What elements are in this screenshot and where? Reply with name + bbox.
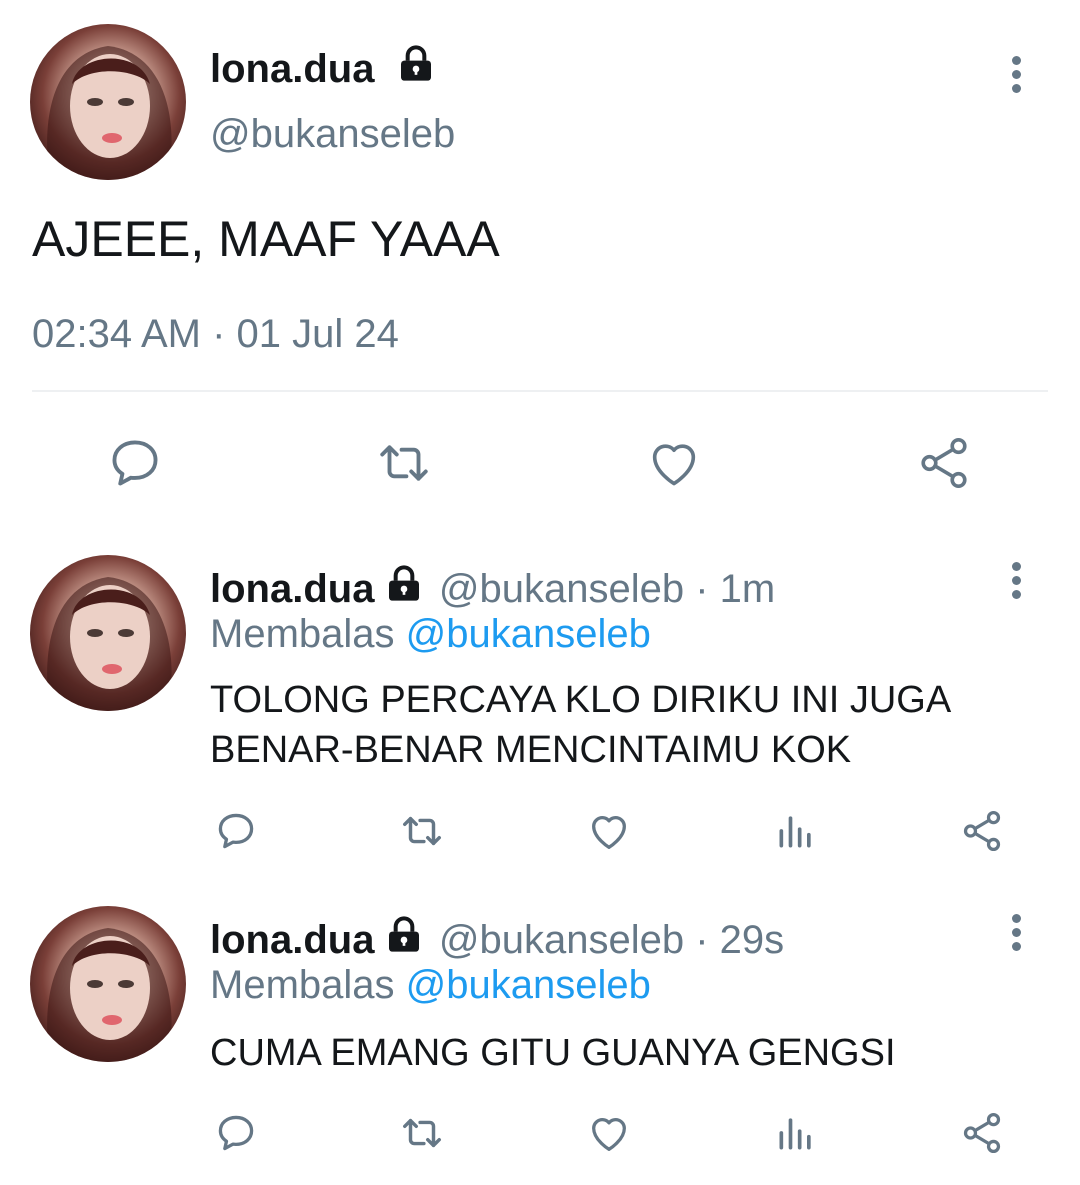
share-icon[interactable] <box>914 434 974 492</box>
analytics-icon[interactable] <box>774 1110 818 1156</box>
replying-to: Membalas @bukanseleb <box>210 612 651 657</box>
tweet-timestamp: 02:34 AM · 01 Jul 24 <box>32 312 399 356</box>
reply-header: lona.dua @bukanseleb · 1m <box>210 564 775 612</box>
reply-icon[interactable] <box>214 808 258 854</box>
handle-time[interactable]: @bukanseleb · 29s <box>439 918 784 962</box>
retweet-icon[interactable] <box>396 1110 448 1156</box>
mention-link[interactable]: @bukanseleb <box>406 612 651 656</box>
avatar[interactable] <box>30 24 186 180</box>
like-icon[interactable] <box>586 808 632 854</box>
share-icon[interactable] <box>958 1110 1006 1156</box>
like-icon[interactable] <box>586 1110 632 1156</box>
retweet-icon[interactable] <box>396 808 448 854</box>
display-name[interactable]: lona.dua <box>210 918 374 962</box>
lock-icon <box>384 564 424 609</box>
tweet-text: CUMA EMANG GITU GUANYA GENGSI <box>210 1032 896 1074</box>
like-icon[interactable] <box>644 434 704 492</box>
share-icon[interactable] <box>958 808 1006 854</box>
replying-to-label: Membalas <box>210 963 395 1007</box>
divider <box>32 390 1048 392</box>
lock-icon <box>384 915 424 960</box>
display-name[interactable]: lona.dua <box>210 44 436 94</box>
avatar[interactable] <box>30 555 186 711</box>
avatar[interactable] <box>30 906 186 1062</box>
display-name[interactable]: lona.dua <box>210 567 374 611</box>
more-options-icon[interactable] <box>1006 914 1026 954</box>
reply-icon[interactable] <box>106 434 164 492</box>
more-options-icon[interactable] <box>1006 562 1026 602</box>
replying-to: Membalas @bukanseleb <box>210 963 651 1008</box>
lock-icon <box>396 44 436 94</box>
more-options-icon[interactable] <box>1006 56 1026 96</box>
reply-icon[interactable] <box>214 1110 258 1156</box>
tweet-text: AJEEE, MAAF YAAA <box>32 211 500 267</box>
mention-link[interactable]: @bukanseleb <box>406 963 651 1007</box>
replying-to-label: Membalas <box>210 612 395 656</box>
analytics-icon[interactable] <box>774 808 818 854</box>
tweet-text: TOLONG PERCAYA KLO DIRIKU INI JUGA BENAR… <box>210 679 950 771</box>
handle-time[interactable]: @bukanseleb · 1m <box>439 567 775 611</box>
retweet-icon[interactable] <box>372 434 436 492</box>
reply-header: lona.dua @bukanseleb · 29s <box>210 915 784 963</box>
handle[interactable]: @bukanseleb <box>210 112 455 157</box>
display-name-text[interactable]: lona.dua <box>210 47 374 91</box>
